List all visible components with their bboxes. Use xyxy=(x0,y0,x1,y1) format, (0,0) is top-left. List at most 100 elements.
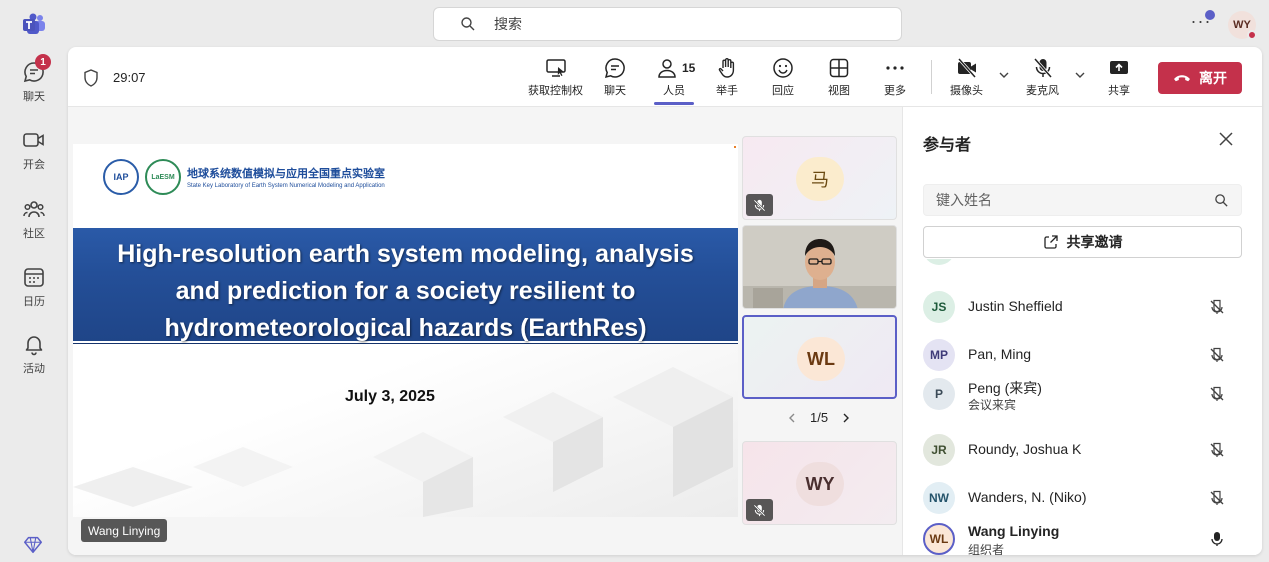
mic-off-icon[interactable] xyxy=(1209,442,1225,458)
participant-tile[interactable]: 马 xyxy=(742,136,897,220)
participant-tile[interactable]: WY xyxy=(742,441,897,525)
toolbar-divider xyxy=(931,60,932,94)
rail-item-activity[interactable]: 活动 xyxy=(0,332,68,376)
leave-label: 离开 xyxy=(1199,70,1227,86)
more-icon xyxy=(886,66,904,70)
participant-row[interactable]: NW Wanders, N. (Niko) xyxy=(903,478,1262,522)
presence-busy-icon xyxy=(1247,30,1257,40)
lab-name-en: State Key Laboratory of Earth System Num… xyxy=(187,183,385,189)
take-control-button[interactable]: 获取控制权 xyxy=(528,57,583,98)
participant-name: Justin Sheffield xyxy=(968,298,1063,314)
participant-tile-selected[interactable]: WL xyxy=(742,315,897,399)
rail-item-meet[interactable]: 开会 xyxy=(0,128,68,172)
mic-options-chevron-icon[interactable] xyxy=(1074,69,1086,81)
tile-muted-badge xyxy=(746,499,773,521)
mic-off-icon[interactable] xyxy=(1209,347,1225,363)
rail-item-chat[interactable]: 1 聊天 xyxy=(0,54,68,104)
slide-title-line-3: hydrometeorological hazards (EarthRes) xyxy=(164,314,647,342)
participant-row[interactable]: P Peng (来宾) 会议来宾 xyxy=(903,374,1262,418)
lab-name: 地球系统数值模拟与应用全国重点实验室 State Key Laboratory … xyxy=(187,165,385,189)
participant-avatar: NW xyxy=(923,482,955,514)
leave-button[interactable]: 离开 xyxy=(1158,62,1242,94)
people-count: 15 xyxy=(682,61,696,75)
chat-button[interactable]: 聊天 xyxy=(604,57,626,98)
user-avatar[interactable]: WY xyxy=(1228,11,1257,40)
notification-dot xyxy=(1205,10,1215,20)
rail-item-calendar[interactable]: 日历 xyxy=(0,265,68,309)
take-control-icon xyxy=(545,59,566,77)
participant-avatar: JS xyxy=(923,291,955,323)
participant-row[interactable]: JR Roundy, Joshua K xyxy=(903,430,1262,474)
teams-logo-icon[interactable] xyxy=(22,12,46,36)
participant-list: JS Justin Sheffield MP Pan, Ming P Peng (来宾) 会… xyxy=(903,259,1262,555)
share-button[interactable]: 共享 xyxy=(1108,57,1130,98)
search-icon xyxy=(461,17,475,31)
lab-logos: IAP LaESM 地球系统数值模拟与应用全国重点实验室 State Key L… xyxy=(103,159,385,195)
people-button[interactable]: 15 人员 xyxy=(654,57,696,105)
page-indicator: 1/5 xyxy=(810,410,829,425)
video-camera-icon xyxy=(23,133,44,147)
premium-diamond-icon[interactable] xyxy=(22,534,44,556)
view-label: 视图 xyxy=(828,85,850,97)
user-initials: WY xyxy=(1233,19,1251,31)
participant-video-frame xyxy=(743,226,896,308)
mic-button[interactable]: 麦克风 xyxy=(1026,57,1059,98)
lab-name-cn: 地球系统数值模拟与应用全国重点实验室 xyxy=(187,168,385,180)
mic-label: 麦克风 xyxy=(1026,85,1059,97)
share-icon xyxy=(1043,235,1058,249)
participant-video-tile[interactable] xyxy=(742,225,897,309)
view-button[interactable]: 视图 xyxy=(828,57,850,98)
tile-muted-badge xyxy=(746,194,773,216)
rail-item-label: 日历 xyxy=(23,296,45,308)
camera-options-chevron-icon[interactable] xyxy=(998,69,1010,81)
global-search-input[interactable]: 搜索 xyxy=(433,7,902,41)
share-screen-icon xyxy=(1110,61,1128,74)
search-icon xyxy=(1215,194,1228,207)
raise-hand-button[interactable]: 举手 xyxy=(716,57,738,98)
participant-name: Roundy, Joshua K xyxy=(968,441,1082,457)
more-button[interactable]: 更多 xyxy=(884,57,906,98)
rail-item-label: 聊天 xyxy=(23,91,45,103)
share-invite-button[interactable]: 共享邀请 xyxy=(923,226,1242,258)
slide-title: High-resolution earth system modeling, a… xyxy=(73,236,738,347)
participant-row[interactable]: JS Justin Sheffield xyxy=(903,287,1262,331)
more-label: 更多 xyxy=(884,85,906,97)
participant-row[interactable]: WL Wang Linying 组织者 xyxy=(903,519,1262,555)
mic-off-icon[interactable] xyxy=(1209,490,1225,506)
react-button[interactable]: 回应 xyxy=(772,57,794,98)
meeting-timer: 29:07 xyxy=(113,70,146,85)
rail-item-community[interactable]: 社区 xyxy=(0,197,68,241)
participant-name: Pan, Ming xyxy=(968,346,1032,362)
mic-off-icon[interactable] xyxy=(1209,386,1225,402)
participant-role: 会议来宾 xyxy=(968,398,1017,412)
chat-badge: 1 xyxy=(35,54,51,70)
calendar-icon xyxy=(24,268,44,287)
mic-off-icon[interactable] xyxy=(1209,299,1225,315)
tile-avatar: WY xyxy=(796,462,844,506)
prev-page-icon[interactable] xyxy=(786,412,798,424)
close-icon[interactable] xyxy=(1218,131,1234,147)
participant-name: Peng (来宾) xyxy=(968,380,1042,396)
camera-button[interactable]: 摄像头 xyxy=(950,57,983,98)
orange-marker xyxy=(734,146,736,148)
app-rail: 1 聊天 开会 社区 日历 活动 xyxy=(0,0,68,562)
slide-background-cubes xyxy=(73,367,733,517)
shared-slide[interactable]: IAP LaESM 地球系统数值模拟与应用全国重点实验室 State Key L… xyxy=(73,144,738,517)
community-icon xyxy=(23,201,45,218)
search-placeholder: 搜索 xyxy=(494,16,522,32)
mic-off-icon xyxy=(1033,58,1052,78)
slide-title-line-1: High-resolution earth system modeling, a… xyxy=(117,240,694,268)
mic-off-icon xyxy=(753,504,766,516)
take-control-label: 获取控制权 xyxy=(528,85,583,97)
laesm-logo: LaESM xyxy=(145,159,181,195)
participant-name: Wanders, N. (Niko) xyxy=(968,489,1087,505)
participant-row[interactable]: MP Pan, Ming xyxy=(903,335,1262,379)
panel-title: 参与者 xyxy=(923,137,972,154)
mic-icon[interactable] xyxy=(1209,531,1225,547)
participant-search-input[interactable] xyxy=(936,192,1206,208)
next-page-icon[interactable] xyxy=(840,412,852,424)
participant-avatar: JR xyxy=(923,434,955,466)
shield-icon[interactable] xyxy=(83,69,99,87)
people-label: 人员 xyxy=(663,85,685,97)
share-invite-label: 共享邀请 xyxy=(1066,234,1123,250)
